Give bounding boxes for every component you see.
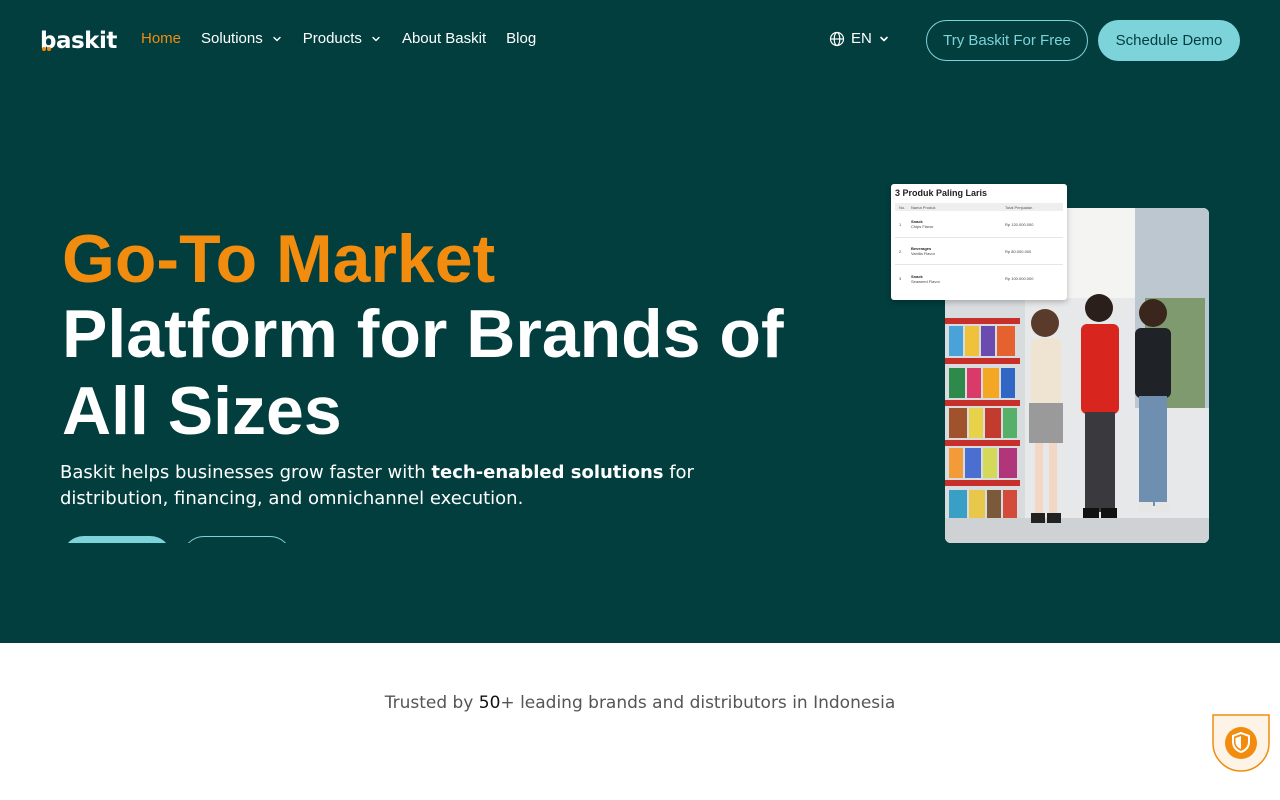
baskit-logo[interactable]: baskit <box>40 27 117 55</box>
nav-item-home[interactable]: Home <box>141 30 181 47</box>
nav-item-label: Blog <box>506 30 537 47</box>
globe-icon <box>829 31 845 46</box>
language-selector[interactable]: EN <box>829 30 890 47</box>
nav-item-about[interactable]: About Baskit <box>402 30 486 47</box>
nav-item-label: Solutions <box>201 30 263 47</box>
chevron-down-icon <box>372 36 380 41</box>
card-table-row: 1 Snack Chips Flavor Rp 120.000.000 <box>895 211 1063 238</box>
row-variant: Seaweed Flavor <box>911 278 940 284</box>
trusted-by-text: Trusted by 50+ leading brands and distri… <box>0 693 1280 713</box>
row-product: Beverages Vanilla Flavor <box>911 246 1005 256</box>
nav-item-label: Products <box>302 30 362 47</box>
trusted-prefix: Trusted by <box>384 693 479 713</box>
chevron-down-icon <box>273 36 281 41</box>
row-total: Rp 100.000.000 <box>1005 276 1034 281</box>
card-header-no: No. <box>899 205 906 210</box>
row-no: 1 <box>899 221 902 227</box>
nav-item-label: Home <box>141 30 182 47</box>
card-table-row: 3 Snack Seaweed Flavor Rp 100.000.000 <box>895 265 1063 292</box>
nav-item-products[interactable]: Products <box>303 30 382 47</box>
hero-primary-button[interactable] <box>62 536 172 543</box>
shield-icon <box>1212 714 1270 772</box>
hero-cta-group <box>0 530 400 543</box>
card-table-header: No. Nama Produk Total Penjualan <box>895 203 1063 211</box>
hero-title-main: Platform for Brands of All Sizes <box>62 296 784 449</box>
nav-item-label: About Baskit <box>401 30 487 47</box>
row-product: Snack Seaweed Flavor <box>911 274 1005 284</box>
hero-secondary-button[interactable] <box>182 536 292 543</box>
row-variant: Chips Flavor <box>911 224 934 229</box>
card-header-total: Total Penjualan <box>1005 205 1033 210</box>
row-product: Snack Chips Flavor <box>911 219 1005 229</box>
best-seller-card: 3 Produk Paling Laris No. Nama Produk To… <box>891 184 1067 300</box>
card-table-row: 2 Beverages Vanilla Flavor Rp 80.000.000 <box>895 238 1063 265</box>
card-header-name: Nama Produk <box>911 205 936 210</box>
card-title: 3 Produk Paling Laris <box>895 188 988 198</box>
trusted-count: 50 <box>478 693 501 713</box>
language-label: EN <box>851 30 872 47</box>
chevron-down-icon <box>880 36 888 41</box>
nav-item-blog[interactable]: Blog <box>506 30 536 47</box>
schedule-demo-button[interactable]: Schedule Demo <box>1098 20 1240 61</box>
row-total: Rp 80.000.000 <box>1005 248 1032 254</box>
trusted-suffix: + leading brands and distributors in Ind… <box>500 693 896 713</box>
hero-title-accent: Go-To Market <box>62 221 496 297</box>
hero-desc-highlight: tech-enabled solutions <box>431 462 664 483</box>
row-no: 3 <box>899 276 902 281</box>
main-nav: Home Solutions Products About Baskit Blo… <box>141 30 536 47</box>
nav-item-solutions[interactable]: Solutions <box>201 30 283 47</box>
row-total: Rp 120.000.000 <box>1005 221 1034 227</box>
row-no: 2 <box>899 248 902 254</box>
hero-section: baskit Home Solutions Products About Bas… <box>0 0 1280 643</box>
try-free-button[interactable]: Try Baskit For Free <box>926 20 1088 61</box>
row-variant: Vanilla Flavor <box>911 251 935 256</box>
hero-desc-text: Baskit helps businesses grow faster with <box>60 462 432 483</box>
security-widget[interactable] <box>1211 713 1271 773</box>
hero-description: Baskit helps businesses grow faster with… <box>60 460 780 512</box>
logo-dots <box>42 47 52 53</box>
